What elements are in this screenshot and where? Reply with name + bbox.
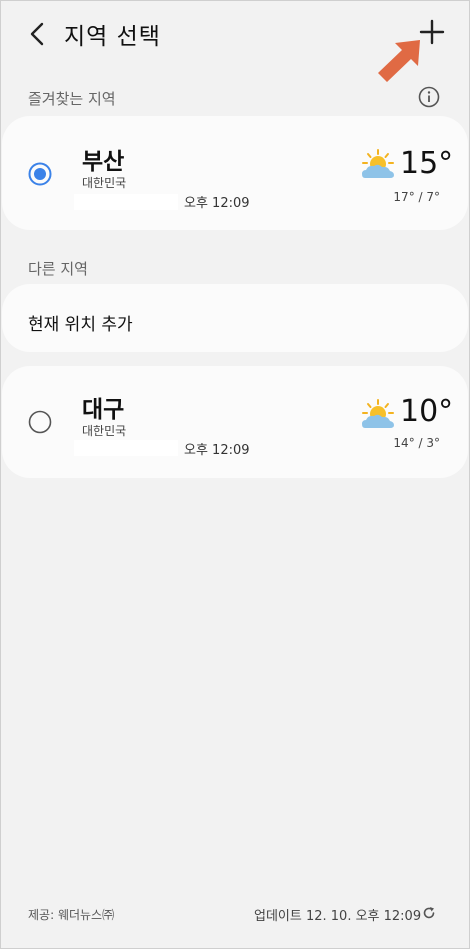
- refresh-icon[interactable]: [422, 906, 436, 920]
- radio-unselected-icon[interactable]: [28, 410, 52, 434]
- country-name: 대한민국: [82, 176, 127, 190]
- app-header: 지역 선택: [0, 0, 470, 82]
- current-temperature: 10°: [400, 394, 454, 429]
- location-card-busan[interactable]: 부산 대한민국 오후 12:09 15° 17° / 7°: [2, 116, 468, 230]
- temperature-range: 17° / 7°: [393, 190, 440, 204]
- partly-cloudy-sun-icon: [362, 149, 394, 178]
- partly-cloudy-sun-icon: [362, 399, 394, 428]
- favorites-label: 즐겨찾는 지역: [28, 90, 116, 108]
- radio-selected-icon[interactable]: [28, 162, 52, 186]
- city-name: 대구: [82, 397, 125, 423]
- redacted-area: [74, 194, 178, 210]
- info-icon[interactable]: [418, 86, 440, 108]
- local-time: 오후 12:09: [184, 196, 250, 211]
- annotation-arrow-icon: [378, 40, 420, 82]
- local-time: 오후 12:09: [184, 443, 250, 458]
- temperature-range: 14° / 3°: [393, 436, 440, 450]
- current-temperature: 15°: [400, 146, 454, 181]
- back-arrow-icon[interactable]: [24, 18, 52, 50]
- update-time: 업데이트 12. 10. 오후 12:09: [254, 909, 422, 924]
- other-locations-label: 다른 지역: [28, 260, 88, 278]
- city-name: 부산: [82, 149, 125, 175]
- country-name: 대한민국: [82, 424, 127, 438]
- location-card-daegu[interactable]: 대구 대한민국 오후 12:09 10° 14° / 3°: [2, 366, 468, 478]
- page-title: 지역 선택: [64, 24, 161, 50]
- add-current-location-button[interactable]: 현재 위치 추가: [28, 310, 133, 335]
- data-source: 제공: 웨더뉴스㈜: [28, 908, 115, 922]
- redacted-area: [74, 440, 178, 456]
